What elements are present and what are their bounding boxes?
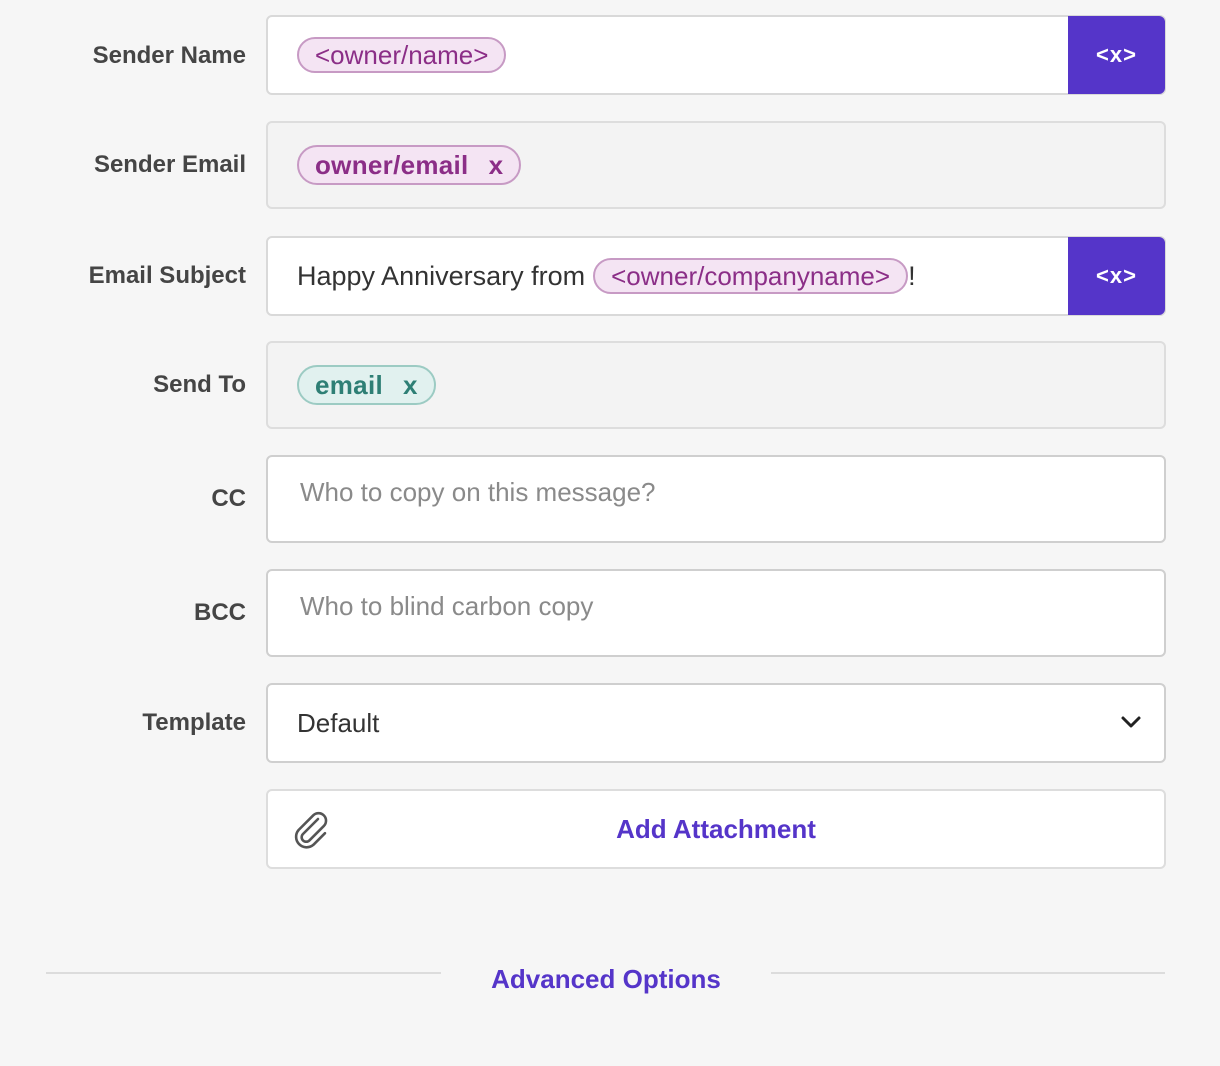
email-token-label: email [315, 369, 383, 400]
email-token[interactable]: email x [297, 365, 436, 405]
chevron-down-icon [1121, 716, 1141, 728]
subject-suffix-text: ! [908, 260, 916, 291]
remove-token-icon[interactable]: x [489, 150, 504, 181]
template-select[interactable]: Default [266, 683, 1166, 763]
email-action-form: Sender Name <owner/name> <x> Sender Emai… [0, 0, 1220, 1066]
insert-variable-button[interactable]: <x> [1068, 237, 1165, 315]
sender-name-label: Sender Name [92, 42, 246, 69]
template-selected-value: Default [297, 707, 380, 738]
sender-email-label: Sender Email [93, 151, 246, 178]
sender-name-field[interactable]: <owner/name> <x> [266, 15, 1166, 95]
email-subject-field[interactable]: Happy Anniversary from <owner/companynam… [266, 236, 1166, 316]
bcc-input[interactable] [268, 571, 1164, 655]
insert-variable-button[interactable]: <x> [1068, 16, 1165, 94]
bcc-label: BCC [194, 599, 246, 626]
add-attachment-button[interactable]: Add Attachment [266, 789, 1166, 869]
send-to-field[interactable]: email x [266, 341, 1166, 429]
add-attachment-label: Add Attachment [616, 813, 816, 844]
remove-token-icon[interactable]: x [403, 370, 418, 401]
owner-email-token-label: owner/email [315, 149, 469, 180]
owner-email-token[interactable]: owner/email x [297, 145, 522, 185]
send-to-content: email x [297, 343, 436, 427]
cc-input[interactable] [268, 457, 1164, 541]
sender-name-content: <owner/name> [297, 17, 507, 93]
owner-name-token[interactable]: <owner/name> [297, 37, 507, 73]
send-to-label: Send To [153, 371, 246, 398]
bcc-field-box [266, 569, 1166, 657]
owner-companyname-token[interactable]: <owner/companyname> [593, 258, 909, 294]
sender-email-field[interactable]: owner/email x [266, 121, 1166, 209]
advanced-options-link[interactable]: Advanced Options [441, 964, 771, 995]
divider-left [46, 972, 441, 974]
subject-prefix-text: Happy Anniversary from [297, 260, 586, 291]
cc-label: CC [211, 485, 246, 512]
email-subject-content: Happy Anniversary from <owner/companynam… [297, 238, 916, 314]
divider-right [771, 972, 1165, 974]
template-label: Template [142, 709, 246, 736]
email-subject-label: Email Subject [88, 262, 246, 289]
sender-email-content: owner/email x [297, 123, 522, 207]
cc-field-box [266, 455, 1166, 543]
